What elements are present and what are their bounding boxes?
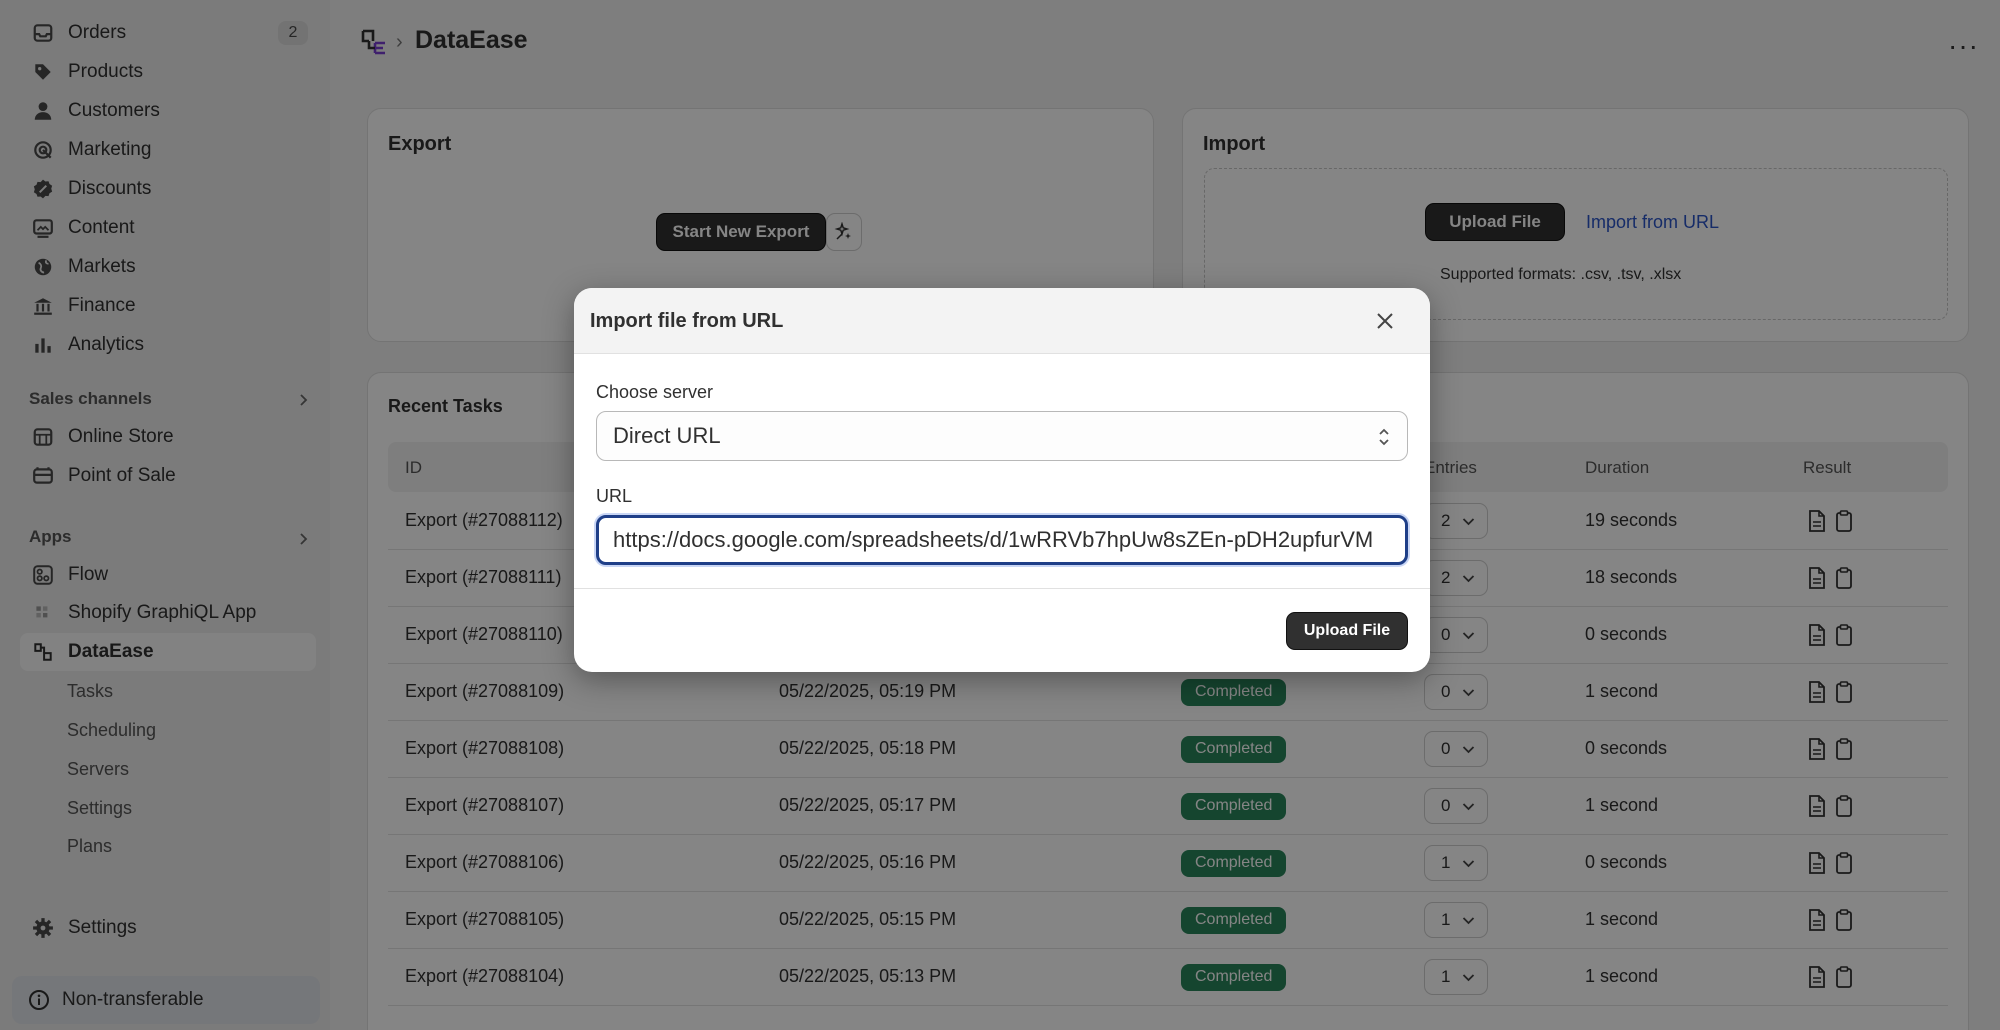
modal-header: Import file from URL <box>574 288 1430 354</box>
server-select-value: Direct URL <box>613 423 721 448</box>
url-label: URL <box>596 486 633 506</box>
url-input[interactable] <box>596 515 1408 565</box>
modal-upload-file-button[interactable]: Upload File <box>1286 612 1408 650</box>
server-select[interactable]: Direct URL <box>596 411 1408 461</box>
close-icon[interactable] <box>1374 310 1396 332</box>
import-url-modal: Import file from URL Choose server Direc… <box>574 288 1430 672</box>
select-arrows-icon <box>1379 428 1389 446</box>
choose-server-label: Choose server <box>596 382 714 402</box>
modal-title: Import file from URL <box>590 310 784 332</box>
modal-divider <box>574 588 1430 589</box>
